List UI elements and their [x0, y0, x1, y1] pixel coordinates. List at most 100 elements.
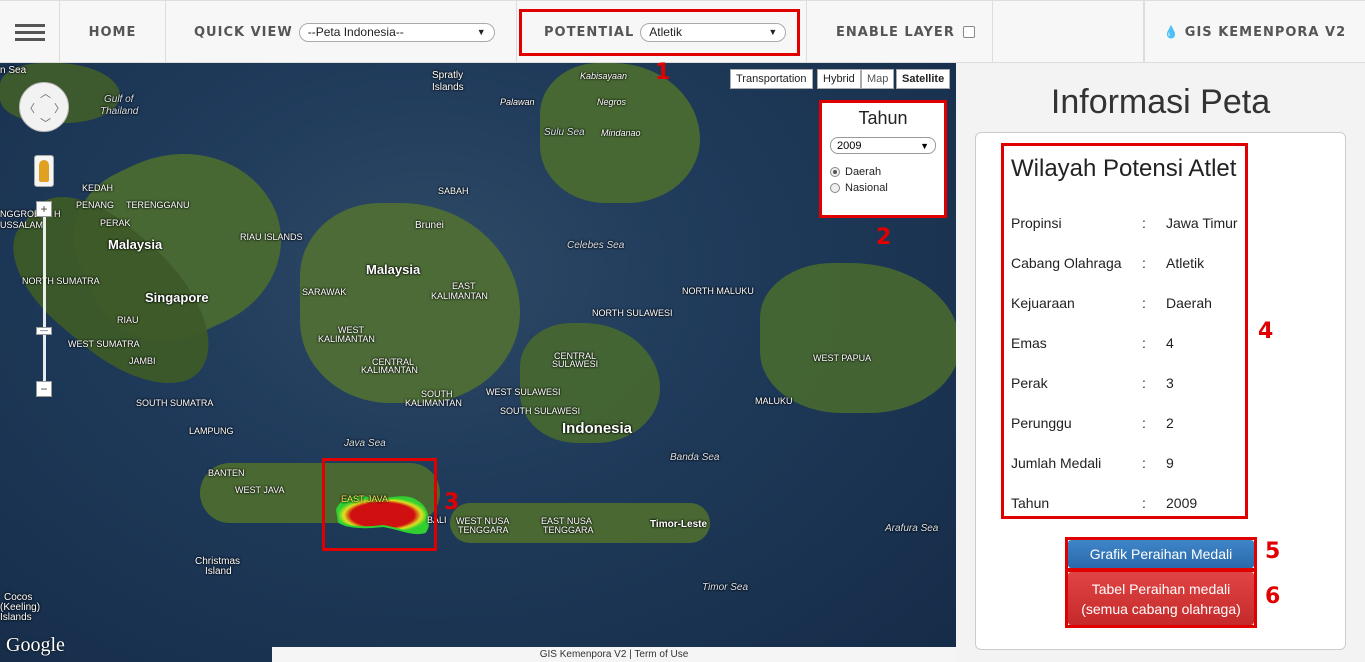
- map-label: MALUKU: [755, 396, 793, 406]
- map-label: Arafura Sea: [885, 523, 939, 534]
- map-label: KALIMANTAN: [431, 291, 488, 301]
- chevron-down-icon: ▼: [476, 27, 486, 37]
- annotation-number-4: 4: [1258, 319, 1274, 344]
- menu-toggle-button[interactable]: [0, 1, 60, 63]
- annotation-number-5: 5: [1265, 539, 1281, 564]
- map-label: KEDAH: [82, 183, 114, 193]
- map-label: Indonesia: [562, 420, 633, 437]
- map-label: H: [54, 209, 61, 219]
- map-label: SULAWESI: [552, 359, 599, 369]
- map-type-map[interactable]: Map: [861, 69, 895, 89]
- enable-layer-label: ENABLE LAYER: [836, 24, 955, 40]
- map-label: SOUTH SUMATRA: [136, 398, 214, 408]
- map-canvas[interactable]: n Sea Spratly Islands Gulf of Thailand K…: [0, 63, 956, 662]
- zoom-in-button[interactable]: +: [36, 201, 52, 217]
- annotation-number-6: 6: [1265, 584, 1281, 609]
- map-label: n Sea: [0, 65, 27, 76]
- map-label: RIAU ISLANDS: [240, 232, 303, 242]
- annotation-box-5: [1065, 537, 1257, 571]
- pan-control[interactable]: ︿ ﹀ 〈 〉: [19, 82, 69, 132]
- enable-layer-checkbox[interactable]: [962, 26, 975, 38]
- map-label: Thailand: [100, 106, 139, 117]
- map-label: TENGGARA: [543, 525, 594, 535]
- map-label: PENANG: [76, 200, 115, 210]
- map-label: BANTEN: [208, 468, 245, 478]
- map-label: NORTH SULAWESI: [592, 308, 673, 318]
- zoom-out-button[interactable]: −: [36, 381, 52, 397]
- map-type-transportation[interactable]: Transportation: [730, 69, 813, 89]
- map-label: Spratly: [432, 70, 464, 81]
- zoom-slider-handle[interactable]: —: [36, 327, 52, 335]
- annotation-box-1: [519, 9, 800, 56]
- map-label: Kabisayaan: [580, 71, 628, 81]
- map-label: Negros: [597, 97, 627, 107]
- nav-home-link[interactable]: HOME: [60, 1, 166, 63]
- brand-label: GIS KEMENPORA V2: [1184, 24, 1347, 40]
- map-label: KALIMANTAN: [318, 334, 375, 344]
- map-label: NGGROE: [0, 209, 41, 219]
- page-title: Informasi Peta: [1050, 83, 1271, 121]
- annotation-box-2: [819, 100, 947, 218]
- annotation-number-3: 3: [444, 490, 460, 515]
- map-label: Timor Sea: [702, 582, 749, 593]
- map-label: KALIMANTAN: [361, 365, 418, 375]
- map-label: Gulf of: [104, 94, 134, 105]
- map-label: WEST SULAWESI: [486, 387, 561, 397]
- map-label: Java Sea: [344, 438, 386, 449]
- annotation-number-2: 2: [876, 225, 892, 250]
- map-label: Islands: [0, 612, 32, 623]
- map-label: TENGGARA: [458, 525, 509, 535]
- pan-up-icon[interactable]: ︿: [40, 85, 51, 101]
- drop-icon: 💧: [1163, 25, 1180, 39]
- annotation-number-1: 1: [655, 60, 671, 85]
- quick-view-value: --Peta Indonesia--: [307, 25, 404, 39]
- map-type-hybrid[interactable]: Hybrid: [817, 69, 861, 89]
- annotation-box-4: [1001, 143, 1248, 519]
- map-label: USSALAM: [0, 220, 44, 230]
- map-label: Celebes Sea: [567, 240, 625, 251]
- map-footer[interactable]: GIS Kemenpora V2 | Term of Use: [272, 647, 956, 662]
- brand[interactable]: 💧 GIS KEMENPORA V2: [1144, 1, 1365, 63]
- zoom-slider-track[interactable]: [43, 208, 46, 388]
- map-label: PERAK: [100, 218, 131, 228]
- map-type-satellite[interactable]: Satellite: [896, 69, 951, 89]
- map-label: WEST PAPUA: [813, 353, 872, 363]
- map-label: SARAWAK: [302, 287, 347, 297]
- map-label: RIAU: [117, 315, 139, 325]
- map-label: Brunei: [415, 220, 444, 231]
- map-label: Sulu Sea: [544, 127, 585, 138]
- annotation-box-6: [1065, 569, 1257, 628]
- map-label: Islands: [432, 82, 464, 93]
- map-label: KALIMANTAN: [405, 398, 462, 408]
- map-label: WEST SUMATRA: [68, 339, 140, 349]
- quick-view-select[interactable]: --Peta Indonesia-- ▼: [298, 22, 495, 42]
- map-label: Malaysia: [366, 262, 421, 277]
- quick-view-group: QUICK VIEW --Peta Indonesia-- ▼: [166, 1, 517, 63]
- map-label: LAMPUNG: [189, 426, 234, 436]
- map-label: TERENGGANU: [126, 200, 190, 210]
- google-logo: Google: [6, 634, 65, 656]
- map-label: Timor-Leste: [650, 519, 708, 530]
- map-label: Palawan: [500, 97, 535, 107]
- navbar-spacer: [993, 1, 1144, 63]
- map-label: NORTH SUMATRA: [22, 276, 100, 286]
- map-label: Mindanao: [601, 128, 641, 138]
- map-label: SABAH: [438, 186, 469, 196]
- pan-left-icon[interactable]: 〈: [24, 100, 35, 116]
- map-label: JAMBI: [129, 356, 156, 366]
- map-label: Banda Sea: [670, 452, 720, 463]
- pegman-icon[interactable]: [34, 155, 54, 187]
- annotation-box-3: [322, 458, 437, 551]
- map-label: SOUTH SULAWESI: [500, 406, 581, 416]
- map-label: Malaysia: [108, 237, 163, 252]
- map-label: Island: [205, 566, 232, 577]
- map-label: EAST: [452, 281, 476, 291]
- map-label: Singapore: [145, 290, 209, 305]
- quick-view-label: QUICK VIEW: [194, 24, 293, 40]
- pan-down-icon[interactable]: ﹀: [40, 115, 51, 131]
- hamburger-icon: [14, 22, 45, 43]
- enable-layer-group: ENABLE LAYER: [807, 1, 993, 63]
- map-label: WEST JAVA: [235, 485, 285, 495]
- map-label: NORTH MALUKU: [682, 286, 754, 296]
- pan-right-icon[interactable]: 〉: [54, 100, 65, 116]
